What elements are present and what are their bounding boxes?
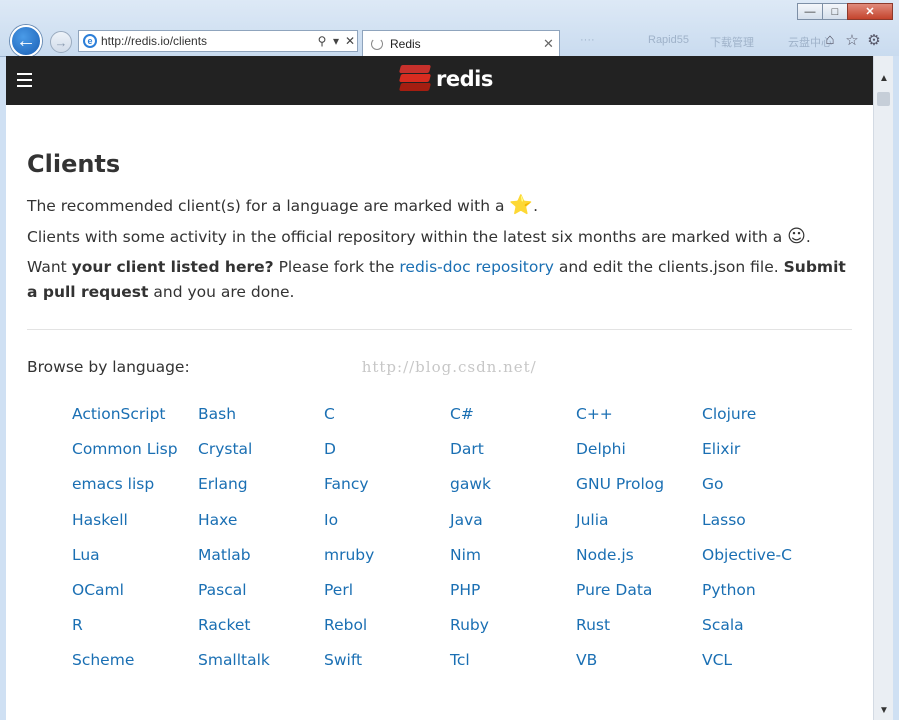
language-link[interactable]: Tcl: [450, 648, 576, 673]
language-link[interactable]: D: [324, 437, 450, 462]
forward-button[interactable]: →: [50, 31, 72, 53]
page-title: Clients: [27, 150, 121, 178]
language-link[interactable]: C#: [450, 402, 576, 427]
recommended-note: The recommended client(s) for a language…: [27, 194, 538, 216]
language-link[interactable]: Smalltalk: [198, 648, 324, 673]
main-content: Clients The recommended client(s) for a …: [6, 105, 873, 674]
site-header: redis: [6, 56, 873, 105]
language-link[interactable]: Java: [450, 508, 576, 533]
browser-toolbar: — □ ✕ ← → e http://redis.io/clients ⚲ ▾ …: [0, 0, 899, 57]
settings-gear-icon[interactable]: ⚙: [863, 31, 885, 49]
language-link[interactable]: Clojure: [702, 402, 828, 427]
submit-note: Want your client listed here? Please for…: [27, 258, 846, 301]
language-link[interactable]: Dart: [450, 437, 576, 462]
activity-note: Clients with some activity in the offici…: [27, 226, 811, 247]
language-link[interactable]: Python: [702, 578, 828, 603]
language-link[interactable]: PHP: [450, 578, 576, 603]
language-link[interactable]: Rebol: [324, 613, 450, 638]
loading-spinner-icon: [371, 37, 383, 50]
language-link[interactable]: Perl: [324, 578, 450, 603]
language-link[interactable]: Nim: [450, 543, 576, 568]
language-link[interactable]: GNU Prolog: [576, 472, 702, 497]
language-link[interactable]: C: [324, 402, 450, 427]
browse-row: Browse by language: http://blog.csdn.net…: [27, 355, 852, 380]
smiley-icon: ☺: [787, 226, 806, 247]
faded-bookmark-3: 下载管理: [710, 37, 754, 49]
language-link[interactable]: OCaml: [72, 578, 198, 603]
window-controls: — □ ✕: [797, 3, 893, 20]
faded-bookmark-1: ····: [580, 34, 595, 46]
divider: [27, 329, 852, 330]
tab-redis[interactable]: Redis ✕: [362, 30, 560, 56]
scroll-down-icon[interactable]: ▼: [874, 702, 894, 720]
scroll-up-icon[interactable]: ▲: [874, 70, 894, 88]
arrow-left-icon: ←: [16, 29, 36, 52]
language-link[interactable]: Haxe: [198, 508, 324, 533]
address-bar[interactable]: e http://redis.io/clients ⚲ ▾ ✕: [78, 30, 358, 52]
language-link[interactable]: Crystal: [198, 437, 324, 462]
language-link[interactable]: Fancy: [324, 472, 450, 497]
language-link[interactable]: Lua: [72, 543, 198, 568]
language-link[interactable]: Swift: [324, 648, 450, 673]
close-window-button[interactable]: ✕: [847, 3, 893, 20]
search-icon[interactable]: ⚲: [315, 34, 329, 48]
language-link[interactable]: C++: [576, 402, 702, 427]
language-link[interactable]: Elixir: [702, 437, 828, 462]
language-link[interactable]: Delphi: [576, 437, 702, 462]
language-link[interactable]: R: [72, 613, 198, 638]
language-link[interactable]: Io: [324, 508, 450, 533]
language-link[interactable]: ActionScript: [72, 402, 198, 427]
close-tab-icon[interactable]: ✕: [543, 36, 559, 52]
command-icons: ⌂ ☆ ⚙: [819, 31, 885, 49]
language-link[interactable]: Matlab: [198, 543, 324, 568]
language-link[interactable]: Common Lisp: [72, 437, 198, 462]
language-link[interactable]: Racket: [198, 613, 324, 638]
language-link[interactable]: Lasso: [702, 508, 828, 533]
language-link[interactable]: VCL: [702, 648, 828, 673]
language-link[interactable]: gawk: [450, 472, 576, 497]
scroll-thumb[interactable]: [877, 92, 890, 106]
arrow-right-icon: →: [54, 34, 68, 50]
watermark: http://blog.csdn.net/: [361, 358, 537, 376]
logo-text: redis: [436, 66, 493, 91]
language-link[interactable]: Haskell: [72, 508, 198, 533]
language-link[interactable]: Go: [702, 472, 828, 497]
star-icon: ⭐: [509, 194, 534, 216]
redis-logo[interactable]: redis: [398, 65, 493, 92]
stop-icon[interactable]: ✕: [343, 34, 357, 48]
language-link[interactable]: Objective-C: [702, 543, 828, 568]
redis-doc-repo-link[interactable]: redis-doc repository: [399, 258, 554, 276]
ie-page-icon: e: [83, 34, 97, 48]
back-button[interactable]: ←: [10, 25, 42, 57]
home-icon[interactable]: ⌂: [819, 31, 841, 49]
language-link[interactable]: mruby: [324, 543, 450, 568]
hamburger-menu-icon[interactable]: [17, 73, 32, 91]
browse-label: Browse by language:: [27, 358, 190, 376]
address-url[interactable]: http://redis.io/clients: [101, 34, 315, 48]
tab-title: Redis: [390, 36, 421, 51]
redis-cube-icon: [398, 65, 432, 92]
language-link[interactable]: Node.js: [576, 543, 702, 568]
language-link[interactable]: Scala: [702, 613, 828, 638]
maximize-button[interactable]: □: [822, 3, 848, 20]
language-grid: ActionScript Bash C C# C++ Clojure Common Lisp…: [72, 402, 852, 674]
vertical-scrollbar[interactable]: ▲ ▼: [873, 56, 894, 720]
language-link[interactable]: Bash: [198, 402, 324, 427]
minimize-button[interactable]: —: [797, 3, 823, 20]
faded-bookmark-2: Rapid55: [648, 34, 689, 46]
dropdown-chevron-icon[interactable]: ▾: [329, 34, 343, 48]
language-link[interactable]: Erlang: [198, 472, 324, 497]
language-link[interactable]: Pascal: [198, 578, 324, 603]
favorites-star-icon[interactable]: ☆: [841, 31, 863, 49]
language-link[interactable]: Ruby: [450, 613, 576, 638]
language-link[interactable]: VB: [576, 648, 702, 673]
language-link[interactable]: Rust: [576, 613, 702, 638]
language-link[interactable]: Scheme: [72, 648, 198, 673]
page-viewport: redis Clients The recommended client(s) …: [6, 56, 873, 720]
language-link[interactable]: Pure Data: [576, 578, 702, 603]
language-link[interactable]: emacs lisp: [72, 472, 198, 497]
window-frame: [893, 56, 899, 720]
language-link[interactable]: Julia: [576, 508, 702, 533]
